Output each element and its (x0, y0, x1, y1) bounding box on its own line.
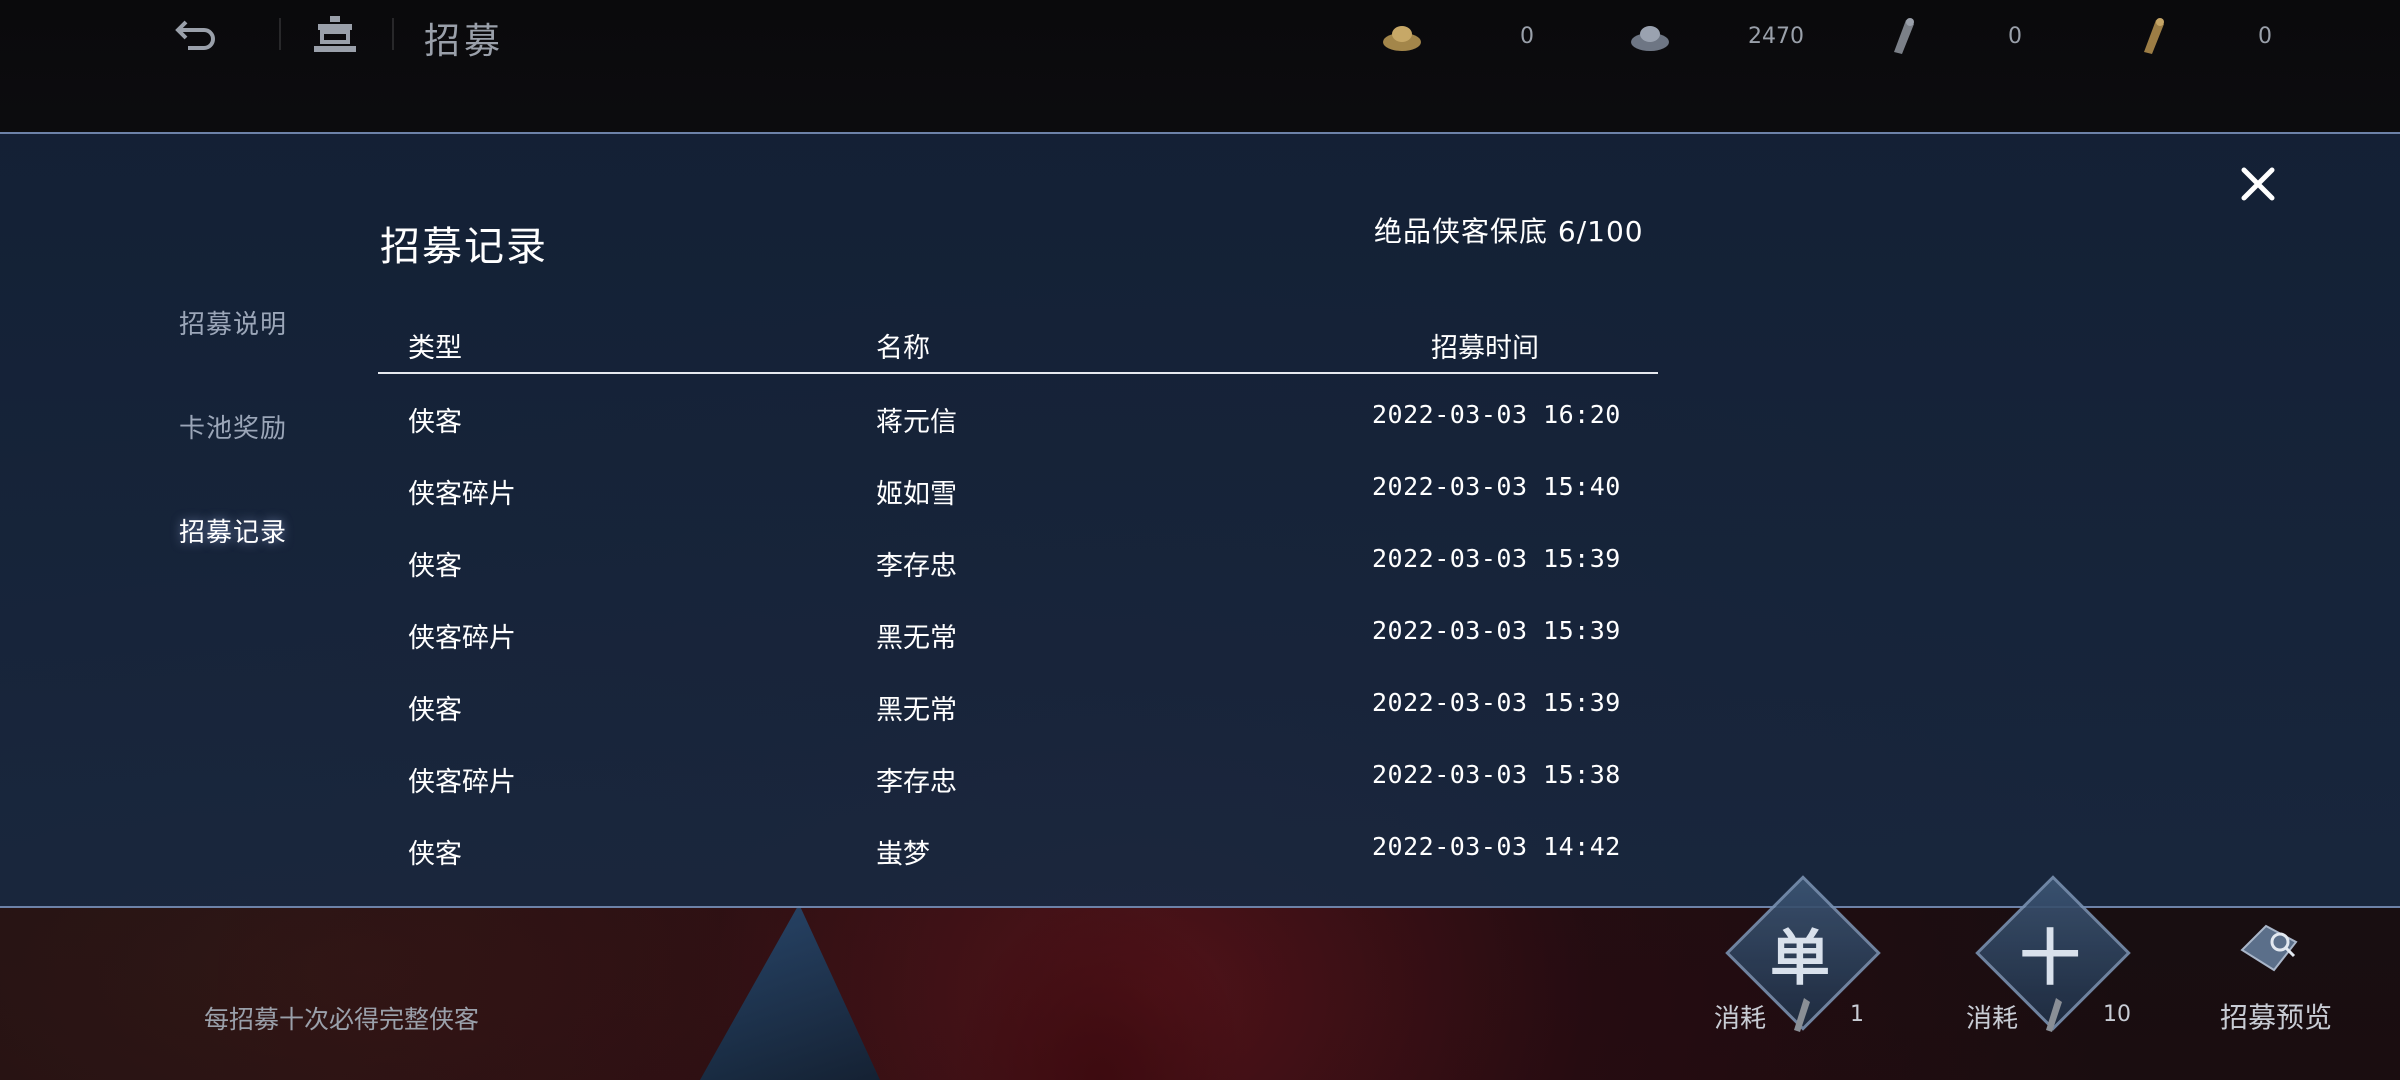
scroll-token-icon (1894, 18, 1914, 54)
row-type: 侠客 (408, 551, 462, 582)
resource-value: 0 (2258, 24, 2272, 49)
single-cost-value: 1 (1850, 1002, 1864, 1027)
row-time: 2022-03-03 15:39 (1372, 616, 1621, 645)
close-icon (2241, 167, 2275, 201)
silver-ingot-icon (1631, 26, 1669, 51)
table-row: 侠客 黑无常 2022-03-03 15:39 (378, 674, 1658, 746)
back-arrow-icon (175, 20, 215, 50)
gold-ingot-icon (1383, 26, 1421, 51)
recruit-record-panel: 招募说明 卡池奖励 招募记录 招募记录 绝品侠客保底 6/100 类型 名称 招… (0, 132, 2400, 908)
divider (279, 18, 281, 50)
column-header-type: 类型 (408, 333, 462, 364)
row-name: 蚩梦 (876, 839, 930, 870)
recruit-preview-label: 招募预览 (2220, 1001, 2333, 1034)
table-row: 侠客碎片 黑无常 2022-03-03 15:39 (378, 602, 1658, 674)
record-table[interactable]: 侠客 蒋元信 2022-03-03 16:20 侠客碎片 姬如雪 2022-03… (378, 386, 1658, 890)
scroll-token-icon (2046, 998, 2062, 1032)
resource-value: 2470 (1748, 24, 1804, 49)
single-cost-label: 消耗 (1714, 1004, 1767, 1034)
resource-value: 0 (1520, 24, 1534, 49)
row-name: 黑无常 (876, 623, 957, 654)
resource-gold[interactable]: 0 (1380, 14, 1540, 58)
scroll-token-icon (1794, 998, 1810, 1032)
back-button[interactable] (172, 14, 222, 54)
table-header: 类型 名称 招募时间 (378, 322, 1658, 374)
row-time: 2022-03-03 15:39 (1372, 688, 1621, 717)
row-type: 侠客碎片 (408, 623, 516, 654)
home-pavilion-icon (314, 16, 356, 52)
row-time: 2022-03-03 14:42 (1372, 832, 1621, 861)
row-name: 李存忠 (876, 767, 957, 798)
row-name: 蒋元信 (876, 407, 957, 438)
row-type: 侠客 (408, 839, 462, 870)
page-title: 招募 (424, 21, 505, 62)
row-name: 黑无常 (876, 695, 957, 726)
ten-cost-label: 消耗 (1966, 1004, 2019, 1034)
table-row: 侠客 蒋元信 2022-03-03 16:20 (378, 386, 1658, 458)
resource-silver[interactable]: 2470 (1628, 14, 1804, 58)
preview-scroll-icon (2240, 924, 2298, 972)
row-type: 侠客 (408, 407, 462, 438)
row-name: 李存忠 (876, 551, 957, 582)
row-name: 姬如雪 (876, 479, 957, 510)
row-time: 2022-03-03 16:20 (1372, 400, 1621, 429)
resource-gold-scroll[interactable]: 0 (2130, 14, 2280, 58)
home-button[interactable] (312, 14, 358, 54)
table-row: 侠客 李存忠 2022-03-03 15:39 (378, 530, 1658, 602)
divider (392, 18, 394, 50)
row-type: 侠客碎片 (408, 479, 516, 510)
row-type: 侠客 (408, 695, 462, 726)
pity-counter: 绝品侠客保底 6/100 (1374, 215, 1644, 248)
table-row: 侠客碎片 姬如雪 2022-03-03 15:40 (378, 458, 1658, 530)
background-figure (950, 900, 1250, 1080)
sidebar-item-recruit-info[interactable]: 招募说明 (179, 304, 287, 341)
sidebar-item-pool-rewards[interactable]: 卡池奖励 (179, 408, 287, 445)
resource-scroll[interactable]: 0 (1880, 14, 2030, 58)
top-bar: 招募 0 2470 0 0 (0, 0, 2400, 72)
row-time: 2022-03-03 15:39 (1372, 544, 1621, 573)
resource-value: 0 (2008, 24, 2022, 49)
row-type: 侠客碎片 (408, 767, 516, 798)
recruit-hint: 每招募十次必得完整侠客 (204, 1005, 480, 1034)
column-header-time: 招募时间 (1431, 333, 1539, 364)
table-row: 侠客碎片 李存忠 2022-03-03 15:38 (378, 746, 1658, 818)
ten-recruit-glyph: 十 (2020, 924, 2080, 994)
background-cloak (700, 904, 880, 1080)
table-row: 侠客 蚩梦 2022-03-03 14:42 (378, 818, 1658, 890)
row-time: 2022-03-03 15:40 (1372, 472, 1621, 501)
single-recruit-glyph: 单 (1770, 924, 1830, 994)
panel-title: 招募记录 (380, 224, 548, 270)
gold-scroll-token-icon (2144, 18, 2164, 54)
ten-cost-value: 10 (2103, 1002, 2131, 1027)
close-button[interactable] (2236, 162, 2280, 206)
row-time: 2022-03-03 15:38 (1372, 760, 1621, 789)
sidebar-item-recruit-record[interactable]: 招募记录 (179, 512, 287, 549)
column-header-name: 名称 (876, 333, 930, 364)
